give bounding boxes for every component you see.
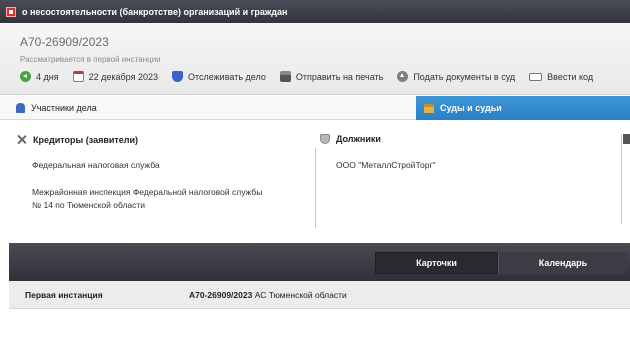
enter-code-label: Ввести код: [547, 71, 594, 82]
submit-documents-button[interactable]: Подать документы в суд: [397, 71, 515, 82]
tabs-bar: Участники дела Суды и судьи: [0, 96, 630, 120]
shield-icon: [171, 71, 183, 82]
enter-code-button[interactable]: Ввести код: [529, 72, 593, 82]
debtor-shield-icon: [320, 134, 330, 144]
creditor-item[interactable]: Федеральная налоговая служба: [32, 159, 160, 172]
creditor-item[interactable]: Межрайонная инспекция Федеральной налого…: [32, 186, 262, 199]
column-divider: [315, 148, 316, 228]
tab-participants-label: Участники дела: [31, 102, 97, 113]
calendar-icon: [72, 71, 84, 82]
tab-courts[interactable]: Суды и судьи: [416, 96, 630, 120]
debtors-heading: Должники: [320, 134, 381, 144]
creditors-heading-label: Кредиторы (заявители): [33, 134, 139, 145]
upload-icon: [397, 71, 409, 82]
debtor-item[interactable]: ООО "МеталлСтройТорг": [336, 159, 436, 172]
column-divider-right: [621, 134, 625, 224]
creditors-heading: Кредиторы (заявители): [16, 134, 138, 145]
bottom-tab-bar: Карточки Календарь: [9, 243, 630, 281]
back-arrow-icon: [20, 71, 31, 82]
submit-documents-label: Подать документы в суд: [413, 71, 516, 82]
date-button[interactable]: 22 декабря 2023: [72, 71, 158, 82]
third-column-icon: [623, 134, 630, 144]
first-instance-row[interactable]: Первая инстанция А70-26909/2023 АС Тюмен…: [9, 281, 630, 309]
app-logo-icon: [6, 6, 16, 17]
days-button[interactable]: 4 дня: [20, 71, 59, 82]
track-case-button[interactable]: Отслеживать дело: [171, 71, 266, 82]
tab-courts-label: Суды и судьи: [440, 103, 502, 113]
tab-cards[interactable]: Карточки: [375, 252, 498, 274]
printer-icon: [279, 71, 291, 82]
case-header: А70-26909/2023 Рассматривается в первой …: [0, 23, 630, 95]
action-toolbar: 4 дня 22 декабря 2023 Отслеживать дело О…: [20, 71, 607, 82]
court-icon: [424, 103, 434, 113]
case-number: А70-26909/2023: [20, 35, 109, 49]
person-icon: [16, 102, 25, 113]
window-title: о несостоятельности (банкротстве) органи…: [22, 6, 288, 17]
crossed-swords-icon: [16, 134, 27, 145]
days-label: 4 дня: [36, 71, 59, 82]
window-titlebar: о несостоятельности (банкротстве) органи…: [0, 0, 630, 23]
instance-case-number: А70-26909/2023: [189, 290, 253, 300]
print-button[interactable]: Отправить на печать: [279, 71, 384, 82]
track-case-label: Отслеживать дело: [187, 71, 266, 82]
instance-label: Первая инстанция: [25, 290, 103, 300]
creditor-item-line2[interactable]: № 14 по Тюменской области: [32, 199, 145, 212]
tab-calendar[interactable]: Календарь: [498, 252, 627, 274]
tab-participants[interactable]: Участники дела: [0, 96, 416, 120]
print-label: Отправить на печать: [295, 71, 384, 82]
date-label: 22 декабря 2023: [88, 71, 158, 82]
instance-value: А70-26909/2023 АС Тюменской области: [189, 290, 347, 300]
debtors-heading-label: Должники: [336, 134, 381, 144]
instance-court: АС Тюменской области: [254, 290, 347, 300]
case-status: Рассматривается в первой инстанции: [20, 55, 161, 64]
keyboard-icon: [529, 72, 543, 81]
